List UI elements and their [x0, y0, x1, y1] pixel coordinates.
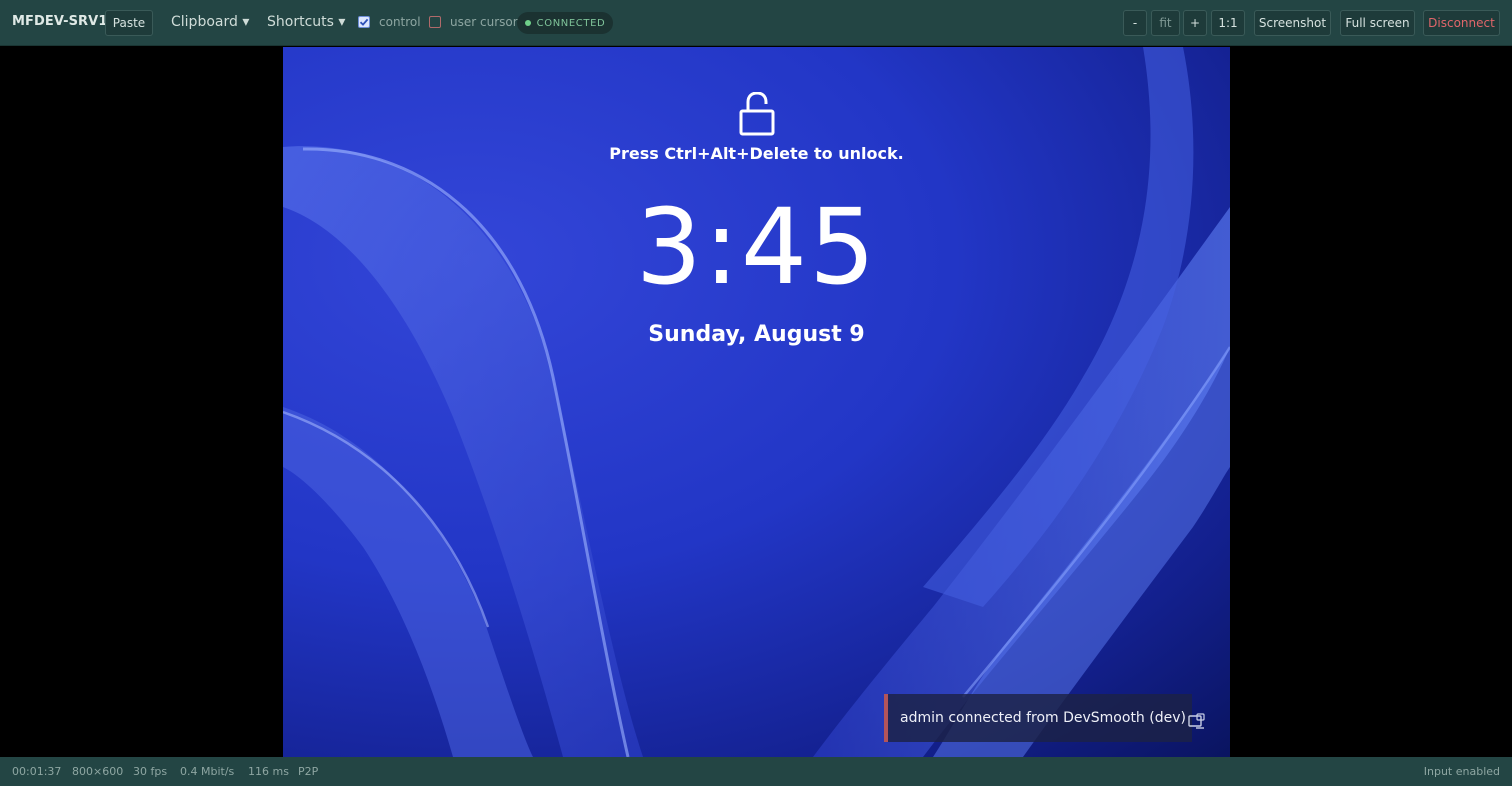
screenshot-button[interactable]: Screenshot [1254, 10, 1331, 36]
zoom-out-button[interactable]: - [1123, 10, 1147, 36]
bitrate: 0.4 Mbit/s [180, 765, 235, 778]
control-label: control [379, 15, 421, 29]
zoom-in-button[interactable]: + [1183, 10, 1207, 36]
clipboard-menu[interactable]: Clipboard ▾ [171, 14, 249, 30]
unlock-prompt: Press Ctrl+Alt+Delete to unlock. [609, 144, 904, 163]
toolbar: MFDEV-SRV1 Paste Clipboard ▾ Shortcuts ▾… [0, 0, 1512, 46]
shortcuts-menu[interactable]: Shortcuts ▾ [267, 14, 345, 30]
input-state: Input enabled [1423, 765, 1500, 778]
status-dot-icon [524, 20, 531, 26]
elapsed-time: 00:01:37 [12, 765, 62, 778]
fit-button[interactable]: fit [1151, 10, 1180, 36]
connection-status-text: CONNECTED [536, 17, 606, 29]
remote-session-icon [1188, 713, 1205, 729]
disconnect-button[interactable]: Disconnect [1423, 10, 1500, 36]
fullscreen-button[interactable]: Full screen [1340, 10, 1415, 36]
status-bar: 00:01:37 800×600 30 fps 0.4 Mbit/s 116 m… [0, 757, 1512, 786]
unlocked-padlock-icon [739, 92, 775, 136]
remote-resolution: 800×600 [72, 765, 124, 778]
user-cursor-label: user cursor [450, 15, 518, 29]
checkmark-icon [359, 18, 369, 26]
host-name: MFDEV-SRV1 [12, 14, 108, 29]
connection-status-badge: CONNECTED [517, 12, 613, 34]
frame-rate: 30 fps [133, 765, 168, 778]
control-checkbox[interactable] [358, 16, 370, 28]
lock-screen-time: 3:45 [635, 186, 878, 308]
connection-mode: P2P [298, 765, 319, 778]
connection-toast[interactable]: admin connected from DevSmooth (dev) [884, 694, 1205, 742]
toast-message: admin connected from DevSmooth (dev) [900, 710, 1186, 726]
user-cursor-checkbox[interactable] [429, 16, 441, 28]
one-to-one-button[interactable]: 1:1 [1211, 10, 1245, 36]
lock-screen-date: Sunday, August 9 [648, 322, 865, 347]
paste-button[interactable]: Paste [105, 10, 153, 36]
remote-screen[interactable]: Press Ctrl+Alt+Delete to unlock. 3:45 Su… [283, 47, 1230, 757]
latency: 116 ms [248, 765, 289, 778]
